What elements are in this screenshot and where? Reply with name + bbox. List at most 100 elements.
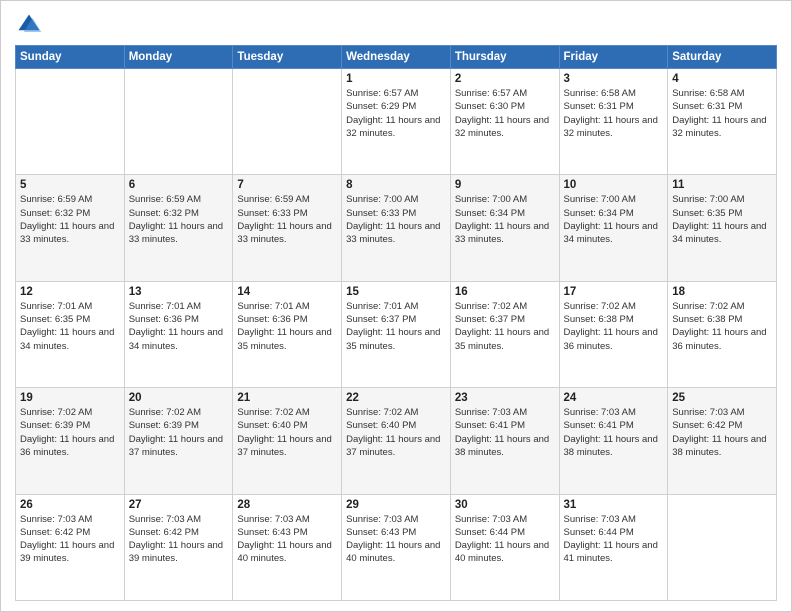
day-cell-13: 13 Sunrise: 7:01 AMSunset: 6:36 PMDayligh… (124, 281, 233, 387)
day-number: 17 (564, 286, 664, 298)
day-number: 29 (346, 499, 446, 511)
week-row-5: 26 Sunrise: 7:03 AMSunset: 6:42 PMDayligh… (16, 494, 777, 600)
day-info: Sunrise: 7:01 AMSunset: 6:35 PMDaylight:… (20, 300, 120, 353)
day-cell-24: 24Sunrise: 7:03 AMSunset: 6:41 PMDayligh… (559, 388, 668, 494)
day-number: 6 (129, 179, 229, 191)
logo-icon (15, 11, 43, 39)
day-cell-27: 27 Sunrise: 7:03 AMSunset: 6:42 PMDayligh… (124, 494, 233, 600)
weekday-header-saturday: Saturday (668, 46, 777, 69)
day-info: Sunrise: 7:03 AMSunset: 6:42 PMDaylight:… (129, 513, 229, 566)
day-number: 28 (237, 499, 337, 511)
day-cell-5: 5 Sunrise: 6:59 AMSunset: 6:32 PMDaylight… (16, 175, 125, 281)
day-number: 15 (346, 286, 446, 298)
day-number: 4 (672, 73, 772, 85)
day-cell-19: 19 Sunrise: 7:02 AMSunset: 6:39 PMDayligh… (16, 388, 125, 494)
day-cell-12: 12 Sunrise: 7:01 AMSunset: 6:35 PMDayligh… (16, 281, 125, 387)
week-row-3: 12 Sunrise: 7:01 AMSunset: 6:35 PMDayligh… (16, 281, 777, 387)
week-row-1: 1 Sunrise: 6:57 AMSunset: 6:29 PMDaylight… (16, 69, 777, 175)
day-info: Sunrise: 6:59 AMSunset: 6:32 PMDaylight:… (20, 193, 120, 246)
day-info: Sunrise: 7:02 AMSunset: 6:37 PMDaylight:… (455, 300, 555, 353)
day-number: 13 (129, 286, 229, 298)
day-info: Sunrise: 7:03 AMSunset: 6:43 PMDaylight:… (346, 513, 446, 566)
empty-cell (16, 69, 125, 175)
day-number: 22 (346, 392, 446, 404)
day-cell-29: 29 Sunrise: 7:03 AMSunset: 6:43 PMDayligh… (342, 494, 451, 600)
day-info: Sunrise: 6:59 AMSunset: 6:33 PMDaylight:… (237, 193, 337, 246)
day-number: 24 (564, 392, 664, 404)
header (15, 11, 777, 39)
day-number: 30 (455, 499, 555, 511)
day-info: Sunrise: 6:58 AMSunset: 6:31 PMDaylight:… (672, 87, 772, 140)
day-info: Sunrise: 7:03 AMSunset: 6:41 PMDaylight:… (455, 406, 555, 459)
day-cell-7: 7 Sunrise: 6:59 AMSunset: 6:33 PMDaylight… (233, 175, 342, 281)
day-cell-20: 20 Sunrise: 7:02 AMSunset: 6:39 PMDayligh… (124, 388, 233, 494)
day-cell-26: 26 Sunrise: 7:03 AMSunset: 6:42 PMDayligh… (16, 494, 125, 600)
logo (15, 11, 47, 39)
day-info: Sunrise: 7:00 AMSunset: 6:33 PMDaylight:… (346, 193, 446, 246)
day-cell-16: 16 Sunrise: 7:02 AMSunset: 6:37 PMDayligh… (450, 281, 559, 387)
day-number: 9 (455, 179, 555, 191)
day-cell-1: 1 Sunrise: 6:57 AMSunset: 6:29 PMDaylight… (342, 69, 451, 175)
day-number: 19 (20, 392, 120, 404)
day-number: 18 (672, 286, 772, 298)
day-cell-30: 30Sunrise: 7:03 AMSunset: 6:44 PMDayligh… (450, 494, 559, 600)
day-info: Sunrise: 7:03 AMSunset: 6:42 PMDaylight:… (20, 513, 120, 566)
day-cell-8: 8Sunrise: 7:00 AMSunset: 6:33 PMDaylight… (342, 175, 451, 281)
day-cell-17: 17 Sunrise: 7:02 AMSunset: 6:38 PMDayligh… (559, 281, 668, 387)
weekday-header-tuesday: Tuesday (233, 46, 342, 69)
day-number: 26 (20, 499, 120, 511)
empty-cell (124, 69, 233, 175)
day-number: 1 (346, 73, 446, 85)
day-info: Sunrise: 7:01 AMSunset: 6:36 PMDaylight:… (129, 300, 229, 353)
day-cell-25: 25 Sunrise: 7:03 AMSunset: 6:42 PMDayligh… (668, 388, 777, 494)
day-info: Sunrise: 7:02 AMSunset: 6:39 PMDaylight:… (129, 406, 229, 459)
weekday-header-row: SundayMondayTuesdayWednesdayThursdayFrid… (16, 46, 777, 69)
day-info: Sunrise: 7:02 AMSunset: 6:40 PMDaylight:… (346, 406, 446, 459)
day-info: Sunrise: 7:00 AMSunset: 6:35 PMDaylight:… (672, 193, 772, 246)
day-number: 16 (455, 286, 555, 298)
week-row-4: 19 Sunrise: 7:02 AMSunset: 6:39 PMDayligh… (16, 388, 777, 494)
weekday-header-thursday: Thursday (450, 46, 559, 69)
day-info: Sunrise: 7:02 AMSunset: 6:39 PMDaylight:… (20, 406, 120, 459)
day-number: 25 (672, 392, 772, 404)
day-cell-2: 2 Sunrise: 6:57 AMSunset: 6:30 PMDaylight… (450, 69, 559, 175)
page: SundayMondayTuesdayWednesdayThursdayFrid… (0, 0, 792, 612)
weekday-header-wednesday: Wednesday (342, 46, 451, 69)
calendar-table: SundayMondayTuesdayWednesdayThursdayFrid… (15, 45, 777, 601)
day-cell-28: 28Sunrise: 7:03 AMSunset: 6:43 PMDayligh… (233, 494, 342, 600)
day-number: 2 (455, 73, 555, 85)
day-number: 11 (672, 179, 772, 191)
day-cell-15: 15Sunrise: 7:01 AMSunset: 6:37 PMDayligh… (342, 281, 451, 387)
day-number: 3 (564, 73, 664, 85)
day-cell-14: 14Sunrise: 7:01 AMSunset: 6:36 PMDayligh… (233, 281, 342, 387)
day-info: Sunrise: 7:00 AMSunset: 6:34 PMDaylight:… (455, 193, 555, 246)
day-cell-11: 11 Sunrise: 7:00 AMSunset: 6:35 PMDayligh… (668, 175, 777, 281)
day-info: Sunrise: 7:02 AMSunset: 6:40 PMDaylight:… (237, 406, 337, 459)
weekday-header-friday: Friday (559, 46, 668, 69)
day-cell-3: 3Sunrise: 6:58 AMSunset: 6:31 PMDaylight… (559, 69, 668, 175)
day-number: 12 (20, 286, 120, 298)
day-info: Sunrise: 7:02 AMSunset: 6:38 PMDaylight:… (672, 300, 772, 353)
day-number: 7 (237, 179, 337, 191)
weekday-header-sunday: Sunday (16, 46, 125, 69)
day-number: 5 (20, 179, 120, 191)
day-info: Sunrise: 6:57 AMSunset: 6:30 PMDaylight:… (455, 87, 555, 140)
day-info: Sunrise: 7:03 AMSunset: 6:42 PMDaylight:… (672, 406, 772, 459)
day-number: 20 (129, 392, 229, 404)
day-info: Sunrise: 6:59 AMSunset: 6:32 PMDaylight:… (129, 193, 229, 246)
day-info: Sunrise: 7:00 AMSunset: 6:34 PMDaylight:… (564, 193, 664, 246)
day-info: Sunrise: 7:02 AMSunset: 6:38 PMDaylight:… (564, 300, 664, 353)
day-info: Sunrise: 7:03 AMSunset: 6:44 PMDaylight:… (564, 513, 664, 566)
empty-cell (668, 494, 777, 600)
week-row-2: 5 Sunrise: 6:59 AMSunset: 6:32 PMDaylight… (16, 175, 777, 281)
day-number: 27 (129, 499, 229, 511)
day-number: 21 (237, 392, 337, 404)
day-number: 14 (237, 286, 337, 298)
day-info: Sunrise: 6:57 AMSunset: 6:29 PMDaylight:… (346, 87, 446, 140)
day-cell-9: 9 Sunrise: 7:00 AMSunset: 6:34 PMDaylight… (450, 175, 559, 281)
day-cell-31: 31 Sunrise: 7:03 AMSunset: 6:44 PMDayligh… (559, 494, 668, 600)
day-number: 23 (455, 392, 555, 404)
day-number: 10 (564, 179, 664, 191)
day-number: 31 (564, 499, 664, 511)
day-cell-10: 10 Sunrise: 7:00 AMSunset: 6:34 PMDayligh… (559, 175, 668, 281)
